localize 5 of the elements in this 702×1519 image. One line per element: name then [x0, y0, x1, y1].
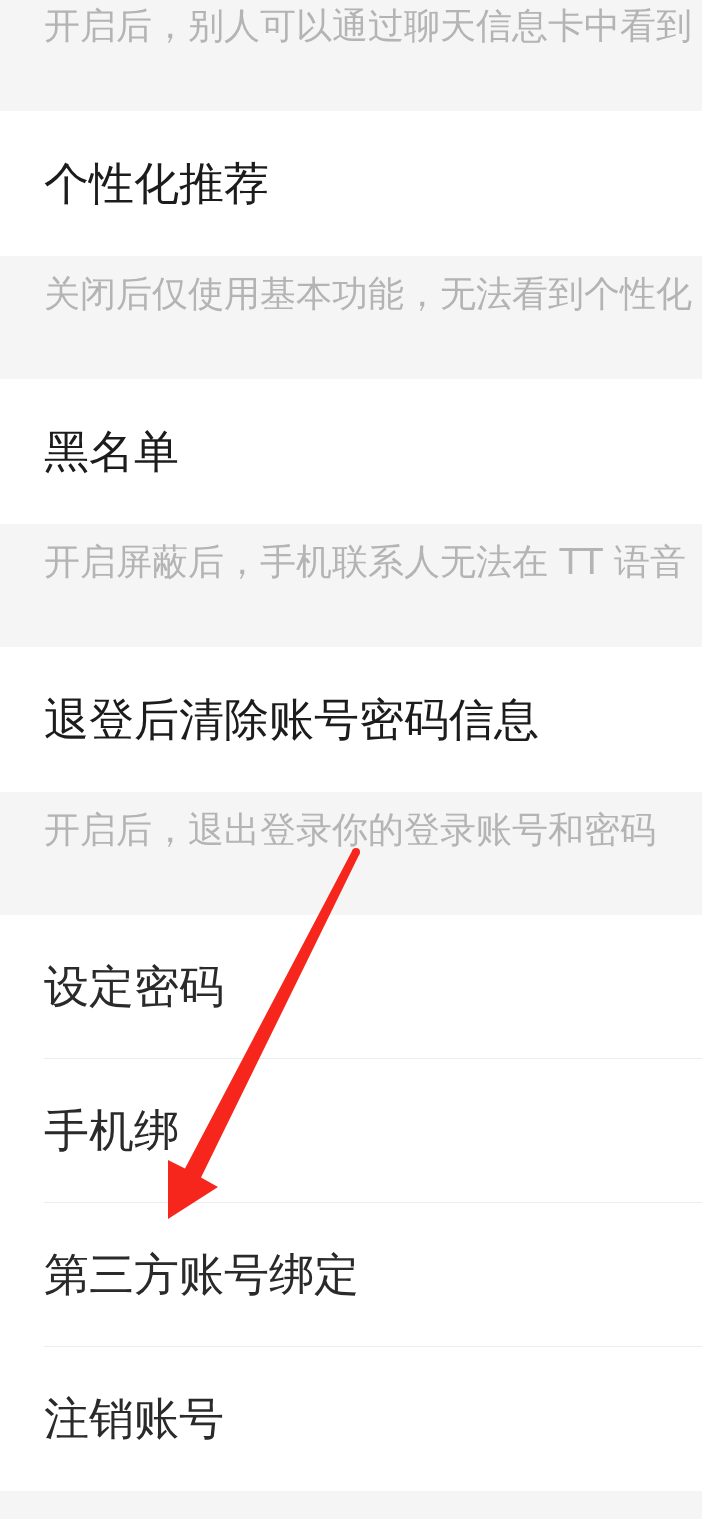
description-text: 关闭后仅使用基本功能，无法看到个性化	[44, 272, 692, 315]
description-text: 开启屏蔽后，手机联系人无法在 TT 语音	[44, 540, 687, 583]
menu-item[interactable]: 注销账号	[44, 1347, 702, 1491]
description-text: 开启后，退出登录你的登录账号和密码	[44, 808, 656, 851]
description-text: 开启后，别人可以通过聊天信息卡中看到	[44, 4, 692, 47]
